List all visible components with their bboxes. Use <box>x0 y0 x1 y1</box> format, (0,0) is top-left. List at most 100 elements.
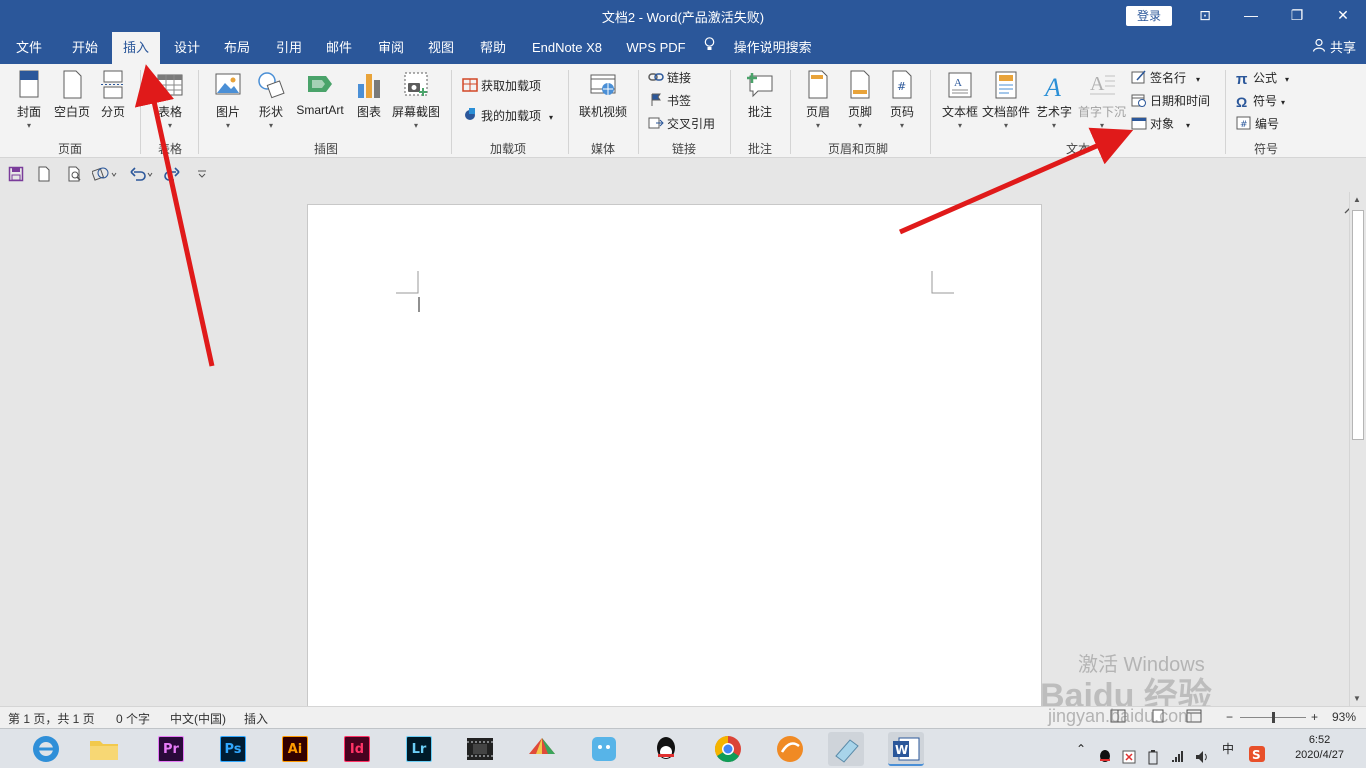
zoom-slider-thumb[interactable] <box>1272 712 1275 723</box>
tab-wps-pdf[interactable]: WPS PDF <box>620 32 692 64</box>
equation-button[interactable]: π 公式 ▾ <box>1236 68 1289 88</box>
object-button[interactable]: 对象 ▾ <box>1131 114 1190 134</box>
jingyan-url-watermark: jingyan.baidu.com <box>1048 706 1194 726</box>
blank-page-button[interactable]: 空白页 <box>50 70 94 120</box>
minimize-button[interactable]: — <box>1228 0 1274 32</box>
tab-layout[interactable]: 布局 <box>214 32 260 64</box>
lightroom-icon[interactable]: Lr <box>400 732 436 766</box>
qq-tray-icon[interactable] <box>1098 741 1112 762</box>
ime-indicator[interactable]: 中 <box>1222 729 1234 768</box>
bookmark-button[interactable]: 书签 <box>648 91 691 111</box>
table-button[interactable]: 表格 ▾ <box>148 70 192 130</box>
ribbon-display-options-button[interactable]: ⊡ <box>1182 0 1228 32</box>
signature-line-button[interactable]: 签名行 ▾ <box>1131 68 1200 88</box>
shapes-quick-icon[interactable] <box>91 166 118 182</box>
login-button[interactable]: 登录 <box>1126 6 1172 26</box>
umbrella-app-icon[interactable] <box>524 732 560 766</box>
print-preview-icon[interactable] <box>66 166 82 182</box>
quick-parts-button[interactable]: 文档部件 ▾ <box>982 70 1030 130</box>
share-button[interactable]: 共享 <box>1312 32 1356 64</box>
date-time-button[interactable]: 日期和时间 <box>1131 91 1210 111</box>
footer-button[interactable]: 页脚 ▾ <box>842 70 878 130</box>
scroll-up-icon[interactable]: ▲ <box>1353 195 1361 204</box>
tab-review[interactable]: 审阅 <box>368 32 414 64</box>
link-button[interactable]: 链接 <box>648 68 691 88</box>
my-addins-button[interactable]: 我的加载项 ▾ <box>462 106 553 126</box>
page-break-button[interactable]: 分页 <box>96 70 130 120</box>
wifi-icon[interactable] <box>1170 741 1186 762</box>
new-document-icon[interactable] <box>36 166 52 182</box>
security-tray-icon[interactable] <box>1122 741 1136 764</box>
group-tables-label: 表格 <box>157 142 182 156</box>
drop-cap-button[interactable]: A 首字下沉 ▾ <box>1076 70 1128 130</box>
chrome-icon[interactable] <box>710 732 746 766</box>
tab-references[interactable]: 引用 <box>266 32 312 64</box>
pictures-button[interactable]: 图片 ▾ <box>208 70 248 130</box>
page-number-icon: # <box>888 70 916 100</box>
cross-reference-button[interactable]: 交叉引用 <box>648 114 715 134</box>
textbox-button[interactable]: A 文本框 ▾ <box>940 70 980 130</box>
vertical-scrollbar[interactable]: ▲ ▼ <box>1349 192 1366 706</box>
show-hidden-icons-icon[interactable]: ⌃ <box>1076 729 1086 768</box>
tab-design[interactable]: 设计 <box>164 32 210 64</box>
tab-endnote[interactable]: EndNote X8 <box>524 32 610 64</box>
document-page[interactable] <box>307 204 1042 714</box>
restore-button[interactable]: ❐ <box>1274 0 1320 32</box>
number-button[interactable]: # 编号 <box>1236 114 1279 134</box>
tab-view[interactable]: 视图 <box>418 32 464 64</box>
zoom-in-button[interactable]: + <box>1311 710 1318 724</box>
page-number-button[interactable]: # 页码 ▾ <box>884 70 920 130</box>
header-button[interactable]: 页眉 ▾ <box>800 70 836 130</box>
symbol-button[interactable]: Ω 符号 ▾ <box>1236 91 1285 111</box>
get-addins-button[interactable]: 获取加载项 <box>462 76 541 96</box>
battery-icon[interactable] <box>1146 741 1160 765</box>
header-icon <box>804 70 832 100</box>
scrollbar-thumb[interactable] <box>1352 210 1364 440</box>
notes-app-icon[interactable] <box>828 732 864 766</box>
language-indicator[interactable]: 中文(中国) <box>170 710 226 727</box>
zoom-out-button[interactable]: − <box>1226 710 1233 724</box>
premiere-label: Pr <box>158 736 184 762</box>
close-button[interactable]: ✕ <box>1320 0 1366 32</box>
cover-page-button[interactable]: 封面 ▾ <box>10 70 48 130</box>
customize-toolbar-icon[interactable] <box>194 166 210 182</box>
tab-help[interactable]: 帮助 <box>470 32 516 64</box>
title-bar: 文档2 - Word(产品激活失败) 登录 ⊡ — ❐ ✕ <box>0 0 1366 32</box>
redo-icon[interactable] <box>164 166 180 182</box>
page-count[interactable]: 第 1 页，共 1 页 <box>8 710 95 727</box>
bookmark-label: 书签 <box>667 94 692 108</box>
tab-file[interactable]: 文件 <box>6 32 52 64</box>
online-video-button[interactable]: 联机视频 <box>576 70 630 120</box>
tell-me-search[interactable]: 操作说明搜索 <box>704 32 816 64</box>
file-explorer-icon[interactable] <box>86 732 122 766</box>
edge-browser-icon[interactable] <box>28 732 64 766</box>
video-editor-icon[interactable] <box>462 732 498 766</box>
svg-text:A: A <box>1043 73 1061 100</box>
wordart-button[interactable]: A 艺术字 ▾ <box>1034 70 1074 130</box>
qq-icon[interactable] <box>648 732 684 766</box>
undo-icon[interactable] <box>130 166 156 182</box>
sogou-ime-icon[interactable]: S <box>1248 739 1266 762</box>
system-clock[interactable]: 6:52 2020/4/27 <box>1295 733 1344 763</box>
save-icon[interactable] <box>8 166 24 182</box>
zoom-level[interactable]: 93% <box>1332 710 1356 724</box>
tab-home[interactable]: 开始 <box>60 32 110 64</box>
volume-icon[interactable] <box>1194 741 1210 763</box>
chart-button[interactable]: 图表 <box>352 70 386 120</box>
screenshot-button[interactable]: 屏幕截图 ▾ <box>388 70 444 130</box>
feedback-bird-icon[interactable] <box>586 732 622 766</box>
shapes-button[interactable]: 形状 ▾ <box>252 70 290 130</box>
new-comment-button[interactable]: 批注 <box>740 70 780 120</box>
photoshop-icon[interactable]: Ps <box>214 732 250 766</box>
tab-insert[interactable]: 插入 <box>112 32 160 64</box>
tab-mailings[interactable]: 邮件 <box>316 32 362 64</box>
indesign-icon[interactable]: Id <box>338 732 374 766</box>
premiere-icon[interactable]: Pr <box>152 732 188 766</box>
insert-mode-indicator[interactable]: 插入 <box>244 710 268 727</box>
word-count[interactable]: 0 个字 <box>116 710 150 727</box>
smartart-button[interactable]: SmartArt <box>292 70 348 117</box>
illustrator-icon[interactable]: Ai <box>276 732 312 766</box>
scroll-down-icon[interactable]: ▼ <box>1353 694 1361 703</box>
word-taskbar-icon[interactable]: W <box>888 732 924 766</box>
orange-app-icon[interactable] <box>772 732 808 766</box>
